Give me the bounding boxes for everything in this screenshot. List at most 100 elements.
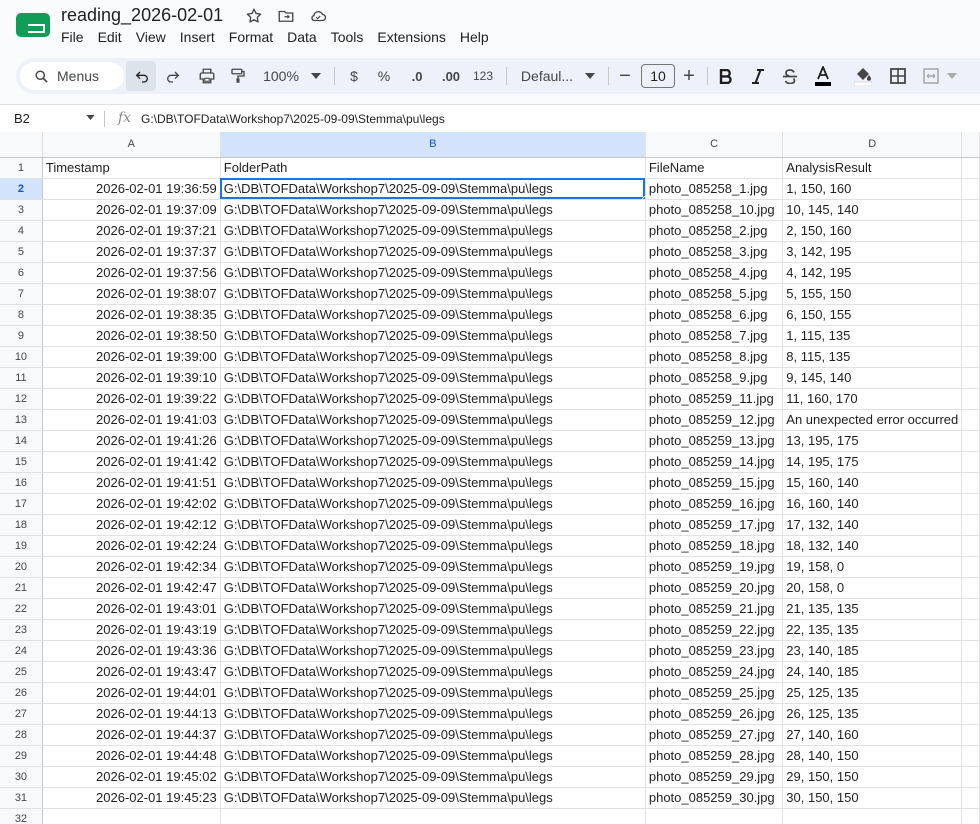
analysis-result-cell[interactable]: 3, 142, 195 (782, 241, 963, 263)
timestamp-cell[interactable]: 2026-02-01 19:44:01 (42, 682, 221, 704)
folderpath-cell[interactable]: G:\DB\TOFData\Workshop7\2025-09-09\Stemm… (220, 661, 646, 683)
cell[interactable] (961, 661, 980, 683)
cell[interactable] (961, 283, 980, 305)
cell[interactable] (220, 807, 646, 824)
analysis-result-cell[interactable]: 1, 150, 160 (782, 178, 963, 200)
row-header[interactable]: 25 (0, 661, 43, 683)
folderpath-cell[interactable]: G:\DB\TOFData\Workshop7\2025-09-09\Stemm… (220, 682, 646, 704)
folderpath-cell[interactable]: G:\DB\TOFData\Workshop7\2025-09-09\Stemm… (220, 367, 646, 389)
filename-cell[interactable]: photo_085259_17.jpg (645, 514, 784, 536)
analysis-result-cell[interactable]: 1, 115, 135 (782, 325, 963, 347)
zoom-select[interactable]: 100% (260, 58, 302, 94)
filename-cell[interactable]: photo_085259_11.jpg (645, 388, 784, 410)
folderpath-cell[interactable]: G:\DB\TOFData\Workshop7\2025-09-09\Stemm… (220, 430, 646, 452)
row-header[interactable]: 20 (0, 556, 43, 578)
analysis-result-cell[interactable]: 17, 132, 140 (782, 514, 963, 536)
folderpath-cell[interactable]: G:\DB\TOFData\Workshop7\2025-09-09\Stemm… (220, 766, 646, 788)
number-format-button[interactable]: 123 (471, 58, 495, 94)
cell[interactable] (961, 325, 980, 347)
filename-cell[interactable]: photo_085259_30.jpg (645, 787, 784, 809)
row-header[interactable]: 21 (0, 577, 43, 599)
filename-cell[interactable]: photo_085258_2.jpg (645, 220, 784, 242)
strikethrough-icon[interactable] (780, 58, 800, 94)
cell[interactable] (961, 220, 980, 242)
filename-cell[interactable]: photo_085259_12.jpg (645, 409, 784, 431)
folderpath-cell[interactable]: G:\DB\TOFData\Workshop7\2025-09-09\Stemm… (220, 556, 646, 578)
menu-edit[interactable]: Edit (98, 29, 122, 45)
cell[interactable] (961, 514, 980, 536)
currency-format-button[interactable]: $ (346, 58, 362, 94)
folderpath-cell[interactable]: G:\DB\TOFData\Workshop7\2025-09-09\Stemm… (220, 451, 646, 473)
column-header-a[interactable]: A (42, 132, 221, 158)
folderpath-cell[interactable]: G:\DB\TOFData\Workshop7\2025-09-09\Stemm… (220, 703, 646, 725)
analysis-result-cell[interactable]: 14, 195, 175 (782, 451, 963, 473)
move-folder-icon[interactable] (276, 6, 296, 26)
column-header-d[interactable]: D (782, 132, 963, 158)
chevron-down-icon[interactable] (584, 58, 596, 94)
timestamp-cell[interactable]: 2026-02-01 19:38:35 (42, 304, 221, 326)
folderpath-cell[interactable]: G:\DB\TOFData\Workshop7\2025-09-09\Stemm… (220, 220, 646, 242)
filename-cell[interactable]: photo_085258_6.jpg (645, 304, 784, 326)
row-header[interactable]: 31 (0, 787, 43, 809)
row-header[interactable]: 14 (0, 430, 43, 452)
cell[interactable] (961, 535, 980, 557)
row-header[interactable]: 11 (0, 367, 43, 389)
timestamp-cell[interactable]: 2026-02-01 19:39:00 (42, 346, 221, 368)
timestamp-cell[interactable]: 2026-02-01 19:41:03 (42, 409, 221, 431)
cell[interactable] (961, 451, 980, 473)
analysis-result-cell[interactable]: 19, 158, 0 (782, 556, 963, 578)
analysis-result-cell[interactable]: 11, 160, 170 (782, 388, 963, 410)
cell[interactable] (961, 157, 980, 179)
timestamp-cell[interactable]: 2026-02-01 19:39:10 (42, 367, 221, 389)
redo-icon[interactable] (163, 58, 183, 94)
timestamp-cell[interactable]: 2026-02-01 19:43:01 (42, 598, 221, 620)
filename-cell[interactable]: photo_085259_23.jpg (645, 640, 784, 662)
analysis-result-cell[interactable]: 26, 125, 135 (782, 703, 963, 725)
folderpath-cell[interactable]: G:\DB\TOFData\Workshop7\2025-09-09\Stemm… (220, 283, 646, 305)
folderpath-cell[interactable]: G:\DB\TOFData\Workshop7\2025-09-09\Stemm… (220, 262, 646, 284)
menu-view[interactable]: View (136, 29, 166, 45)
row-header[interactable]: 23 (0, 619, 43, 641)
folderpath-cell[interactable]: G:\DB\TOFData\Workshop7\2025-09-09\Stemm… (220, 745, 646, 767)
chevron-down-icon[interactable] (310, 58, 322, 94)
cell[interactable] (961, 430, 980, 452)
timestamp-cell[interactable]: 2026-02-01 19:42:12 (42, 514, 221, 536)
analysis-result-cell[interactable]: 22, 135, 135 (782, 619, 963, 641)
fill-handle[interactable] (641, 195, 645, 198)
filename-cell[interactable]: photo_085259_20.jpg (645, 577, 784, 599)
row-header[interactable]: 30 (0, 766, 43, 788)
cell[interactable] (645, 807, 784, 824)
folderpath-cell[interactable]: G:\DB\TOFData\Workshop7\2025-09-09\Stemm… (220, 493, 646, 515)
analysis-result-cell[interactable]: 8, 115, 135 (782, 346, 963, 368)
timestamp-cell[interactable]: 2026-02-01 19:37:37 (42, 241, 221, 263)
row-header[interactable]: 2 (0, 178, 43, 200)
analysis-result-cell[interactable]: 27, 140, 160 (782, 724, 963, 746)
filename-cell[interactable]: photo_085259_18.jpg (645, 535, 784, 557)
chevron-down-icon[interactable] (946, 58, 958, 94)
folderpath-cell[interactable]: G:\DB\TOFData\Workshop7\2025-09-09\Stemm… (220, 472, 646, 494)
row-header[interactable]: 29 (0, 745, 43, 767)
timestamp-cell[interactable]: 2026-02-01 19:44:13 (42, 703, 221, 725)
folderpath-cell[interactable]: G:\DB\TOFData\Workshop7\2025-09-09\Stemm… (220, 514, 646, 536)
bold-icon[interactable] (716, 58, 736, 94)
header-cell-folderpath[interactable]: FolderPath (220, 157, 646, 179)
cell[interactable] (961, 745, 980, 767)
paint-format-icon[interactable] (227, 58, 249, 94)
folderpath-cell[interactable]: G:\DB\TOFData\Workshop7\2025-09-09\Stemm… (220, 724, 646, 746)
cell[interactable] (961, 367, 980, 389)
analysis-result-cell[interactable]: 25, 125, 135 (782, 682, 963, 704)
timestamp-cell[interactable]: 2026-02-01 19:38:07 (42, 283, 221, 305)
document-title[interactable]: reading_2026-02-01 (61, 5, 223, 26)
folderpath-cell[interactable]: G:\DB\TOFData\Workshop7\2025-09-09\Stemm… (220, 619, 646, 641)
cell[interactable] (961, 199, 980, 221)
timestamp-cell[interactable]: 2026-02-01 19:37:56 (42, 262, 221, 284)
cloud-status-icon[interactable] (308, 6, 328, 26)
timestamp-cell[interactable]: 2026-02-01 19:36:59 (42, 178, 221, 200)
cell[interactable] (961, 807, 980, 824)
timestamp-cell[interactable]: 2026-02-01 19:43:19 (42, 619, 221, 641)
filename-cell[interactable]: photo_085259_27.jpg (645, 724, 784, 746)
cell[interactable] (961, 493, 980, 515)
analysis-result-cell[interactable]: 20, 158, 0 (782, 577, 963, 599)
column-header-e[interactable] (961, 132, 980, 158)
filename-cell[interactable]: photo_085259_21.jpg (645, 598, 784, 620)
